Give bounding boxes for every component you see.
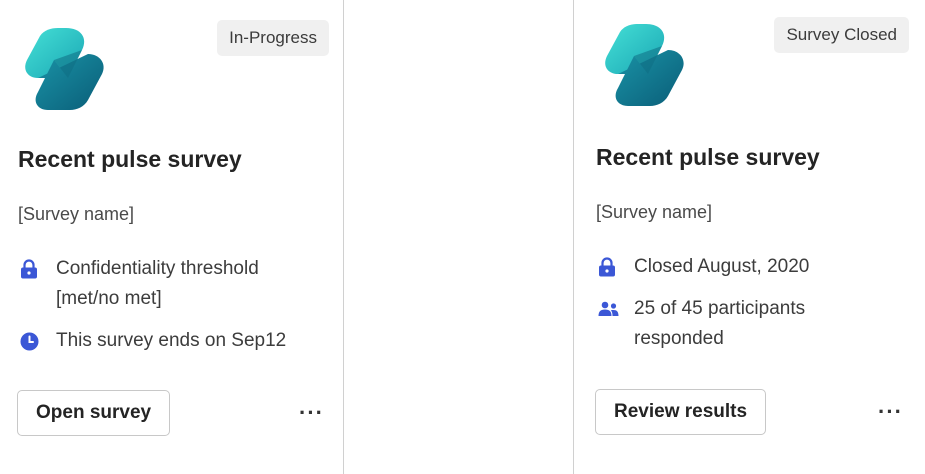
closed-date-text: Closed August, 2020 bbox=[634, 256, 810, 277]
app-logo-icon bbox=[18, 24, 108, 114]
status-badge: Survey Closed bbox=[774, 17, 909, 53]
participants-row: 25 of 45 participants responded bbox=[598, 294, 898, 354]
card-title: Recent pulse survey bbox=[596, 144, 820, 170]
survey-name: [Survey name] bbox=[596, 202, 713, 222]
survey-card-closed: Survey Closed Recent pulse survey [Surve… bbox=[574, 0, 925, 474]
card-divider-left bbox=[343, 0, 344, 474]
status-badge: In-Progress bbox=[217, 20, 329, 56]
more-options-button[interactable]: ··· bbox=[878, 399, 903, 425]
lock-icon bbox=[20, 254, 42, 284]
review-results-button[interactable]: Review results bbox=[595, 389, 767, 435]
participants-text: 25 of 45 participants responded bbox=[634, 298, 806, 349]
clock-icon bbox=[20, 326, 42, 356]
closed-date-row: Closed August, 2020 bbox=[598, 252, 898, 282]
survey-name: [Survey name] bbox=[18, 204, 135, 224]
people-icon bbox=[598, 294, 620, 324]
card-title: Recent pulse survey bbox=[18, 146, 242, 172]
end-date-text: This survey ends on Sep12 bbox=[56, 330, 287, 351]
lock-icon bbox=[598, 252, 620, 282]
confidentiality-text: Confidentiality threshold [met/no met] bbox=[56, 258, 259, 309]
open-survey-button[interactable]: Open survey bbox=[17, 390, 171, 436]
more-options-button[interactable]: ··· bbox=[299, 400, 324, 426]
confidentiality-row: Confidentiality threshold [met/no met] bbox=[20, 254, 320, 314]
end-date-row: This survey ends on Sep12 bbox=[20, 326, 320, 356]
survey-card-in-progress: In-Progress Recent pulse survey [Survey … bbox=[0, 0, 343, 474]
app-logo-icon bbox=[598, 20, 688, 110]
